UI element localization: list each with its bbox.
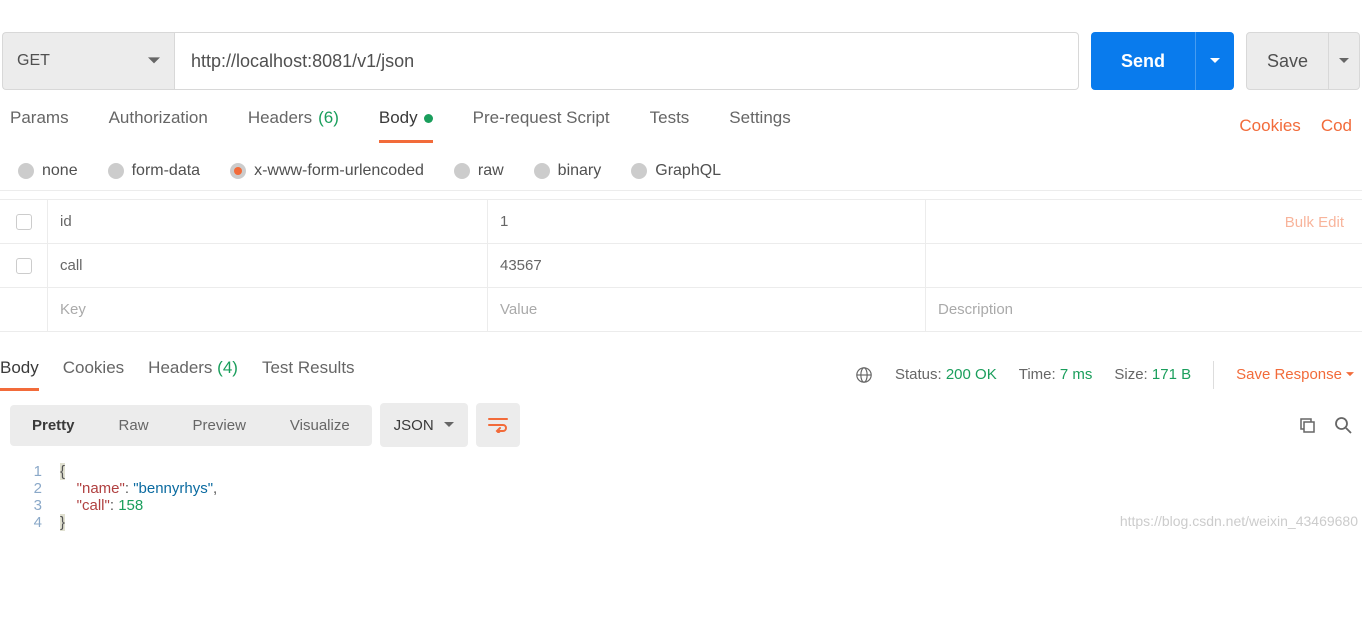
radio-graphql[interactable]: GraphQL (631, 162, 721, 180)
table-row: call 43567 (0, 244, 1362, 288)
caret-down-icon (1210, 58, 1220, 64)
caret-down-icon (1339, 58, 1349, 64)
http-method-select[interactable]: GET (2, 32, 174, 90)
body-indicator-icon (424, 114, 433, 123)
line-number: 3 (0, 497, 60, 514)
divider (1213, 361, 1214, 389)
tab-pre-request[interactable]: Pre-request Script (473, 108, 610, 143)
key-cell[interactable]: call (48, 244, 488, 287)
copy-icon[interactable] (1298, 416, 1316, 434)
row-checkbox[interactable] (16, 214, 32, 230)
view-pretty[interactable]: Pretty (10, 405, 97, 446)
tab-settings[interactable]: Settings (729, 108, 790, 143)
status-value: 200 OK (946, 366, 997, 383)
tab-headers[interactable]: Headers (6) (248, 108, 339, 143)
line-number: 1 (0, 463, 60, 480)
value-input[interactable]: Value (488, 288, 926, 331)
radio-binary[interactable]: binary (534, 162, 602, 180)
time-value: 7 ms (1060, 366, 1093, 383)
resp-tab-body[interactable]: Body (0, 358, 39, 391)
desc-cell[interactable] (926, 244, 1362, 287)
wrap-lines-button[interactable] (476, 403, 520, 447)
tab-tests[interactable]: Tests (650, 108, 690, 143)
bulk-edit-link[interactable]: Bulk Edit (1285, 214, 1344, 231)
tab-authorization[interactable]: Authorization (109, 108, 208, 143)
view-raw[interactable]: Raw (97, 405, 171, 446)
row-checkbox[interactable] (16, 258, 32, 274)
headers-count: (6) (318, 108, 339, 128)
cookies-link[interactable]: Cookies (1239, 116, 1300, 136)
http-method-label: GET (17, 52, 50, 70)
resp-tab-cookies[interactable]: Cookies (63, 358, 124, 391)
size-value: 171 B (1152, 366, 1191, 383)
value-cell[interactable]: 43567 (488, 244, 926, 287)
send-dropdown[interactable] (1195, 32, 1234, 90)
view-preview[interactable]: Preview (171, 405, 268, 446)
status-group: Status: 200 OK (895, 366, 997, 383)
key-input[interactable]: Key (48, 288, 488, 331)
format-select[interactable]: JSON (380, 403, 468, 447)
view-mode-group: Pretty Raw Preview Visualize (10, 405, 372, 446)
response-body-viewer[interactable]: 1{ 2 "name": "bennyrhys", 3 "call": 158 … (0, 455, 1362, 531)
search-icon[interactable] (1334, 416, 1352, 434)
key-cell[interactable]: id (48, 200, 488, 243)
tab-params[interactable]: Params (10, 108, 69, 143)
save-button[interactable]: Save (1246, 32, 1329, 90)
size-group: Size: 171 B (1114, 366, 1191, 383)
globe-icon[interactable] (855, 366, 873, 384)
view-visualize[interactable]: Visualize (268, 405, 372, 446)
resp-headers-count: (4) (217, 358, 238, 377)
wrap-icon (488, 417, 508, 433)
line-number: 2 (0, 480, 60, 497)
save-dropdown[interactable] (1329, 32, 1360, 90)
radio-x-www-form-urlencoded[interactable]: x-www-form-urlencoded (230, 162, 424, 180)
radio-raw[interactable]: raw (454, 162, 504, 180)
send-button[interactable]: Send (1091, 32, 1195, 90)
time-group: Time: 7 ms (1019, 366, 1093, 383)
kv-header (0, 190, 1362, 200)
code-link[interactable]: Cod (1321, 116, 1352, 136)
resp-tab-test-results[interactable]: Test Results (262, 358, 355, 391)
caret-down-icon (1346, 372, 1354, 377)
line-number: 4 (0, 514, 60, 531)
radio-none[interactable]: none (18, 162, 78, 180)
chevron-down-icon (148, 55, 160, 67)
table-row-new: Key Value Description (0, 288, 1362, 332)
table-row: id 1 (0, 200, 1362, 244)
url-input[interactable] (174, 32, 1079, 90)
save-response-dropdown[interactable]: Save Response (1236, 366, 1354, 383)
tab-body[interactable]: Body (379, 108, 433, 143)
desc-input[interactable]: Description (926, 288, 1362, 331)
value-cell[interactable]: 1 (488, 200, 926, 243)
caret-down-icon (444, 422, 454, 428)
watermark: https://blog.csdn.net/weixin_43469680 (1120, 513, 1358, 529)
resp-tab-headers[interactable]: Headers (4) (148, 358, 238, 391)
radio-form-data[interactable]: form-data (108, 162, 200, 180)
